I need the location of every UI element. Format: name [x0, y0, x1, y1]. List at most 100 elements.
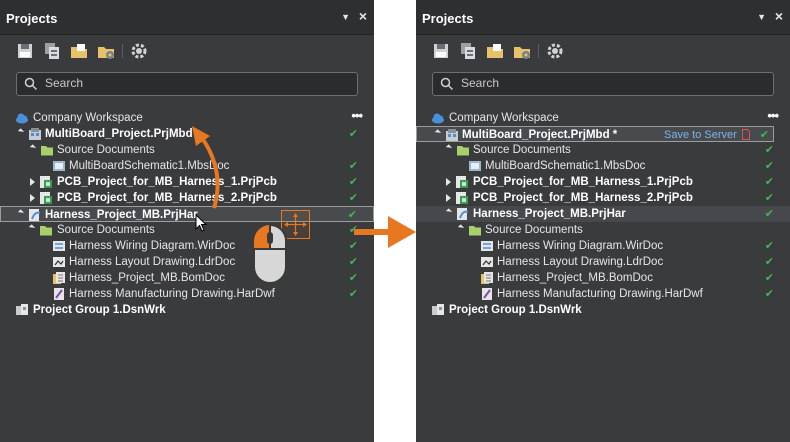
- tree-item-label: Harness_Project_MB.BomDoc: [69, 272, 225, 284]
- status-check-icon: ✔: [348, 192, 358, 204]
- status-check-icon: ✔: [764, 256, 774, 268]
- projects-panel-after: Projects ▼ × Company Workspace ••• Multi…: [416, 0, 790, 442]
- tree-item-label: MultiBoard_Project.PrjMbd *: [462, 129, 618, 141]
- more-options-icon[interactable]: •••: [351, 108, 363, 124]
- tree-item-source-documents[interactable]: Source Documents ✔: [0, 222, 374, 238]
- expand-arrow-icon[interactable]: [30, 194, 35, 202]
- tree-item-bom-doc[interactable]: Harness_Project_MB.BomDoc ✔: [0, 270, 374, 286]
- pcb-project-icon: [456, 192, 468, 204]
- save-icon[interactable]: [16, 42, 34, 60]
- status-check-icon: ✔: [764, 208, 774, 220]
- workspace-row[interactable]: Company Workspace •••: [416, 108, 790, 126]
- tree-item-wiring-diagram[interactable]: Harness Wiring Diagram.WirDoc ✔: [416, 238, 790, 254]
- panel-menu-icon[interactable]: ▼: [757, 12, 766, 22]
- tree-item-label: Harness Layout Drawing.LdrDoc: [69, 256, 236, 268]
- expand-arrow-icon[interactable]: [446, 178, 451, 186]
- workspace-label: Company Workspace: [449, 112, 559, 124]
- save-to-server-link[interactable]: Save to Server: [664, 127, 737, 143]
- collapse-arrow-icon[interactable]: [17, 209, 25, 216]
- tree-item-wiring-diagram[interactable]: Harness Wiring Diagram.WirDoc ✔: [0, 238, 374, 254]
- transition-arrow-icon: [354, 216, 416, 248]
- pcb-project-icon: [40, 192, 52, 204]
- status-check-icon: ✔: [348, 128, 358, 140]
- status-check-icon: ✔: [764, 192, 774, 204]
- collapse-arrow-icon[interactable]: [434, 129, 442, 136]
- bom-doc-icon: [481, 272, 493, 284]
- toolbar-separator: [122, 44, 123, 58]
- tree-item-label: Source Documents: [485, 224, 583, 236]
- drag-up-arrow-icon: [192, 126, 220, 209]
- toolbar-separator: [538, 44, 539, 58]
- cloud-icon: [432, 113, 444, 124]
- tree-item-multiboard-project[interactable]: MultiBoard_Project.PrjMbd * Save to Serv…: [416, 126, 774, 142]
- layout-doc-icon: [53, 257, 65, 267]
- layout-doc-icon: [481, 257, 493, 267]
- expand-arrow-icon[interactable]: [30, 178, 35, 186]
- workspace-label: Company Workspace: [33, 112, 143, 124]
- more-options-icon[interactable]: •••: [767, 108, 779, 124]
- gear-icon[interactable]: [546, 42, 564, 60]
- tree-item-pcb-project-1[interactable]: PCB_Project_for_MB_Harness_1.PrjPcb ✔: [416, 174, 790, 190]
- collapse-arrow-icon[interactable]: [17, 128, 25, 135]
- bom-doc-icon: [53, 272, 65, 284]
- collapse-arrow-icon[interactable]: [445, 208, 453, 215]
- tree-item-layout-drawing[interactable]: Harness Layout Drawing.LdrDoc ✔: [416, 254, 790, 270]
- mouse-left-click-icon: [253, 224, 287, 284]
- tree-item-manufacturing-drawing[interactable]: Harness Manufacturing Drawing.HarDwf ✔: [416, 286, 790, 302]
- folder-icon: [469, 226, 481, 236]
- tree-item-label: Source Documents: [473, 144, 571, 156]
- harness-project-icon: [457, 208, 469, 220]
- status-check-icon: ✔: [348, 176, 358, 188]
- status-check-icon: ✔: [764, 240, 774, 252]
- folder-icon: [40, 226, 52, 236]
- project-group-icon: [16, 304, 28, 315]
- collapse-arrow-icon[interactable]: [457, 224, 465, 231]
- open-folder-icon[interactable]: [70, 42, 88, 60]
- search-box[interactable]: [432, 72, 774, 96]
- gear-icon[interactable]: [130, 42, 148, 60]
- tree-item-label: MultiBoard_Project.PrjMbd: [45, 128, 193, 140]
- tree-item-multiboard-schematic[interactable]: MultiBoardSchematic1.MbsDoc ✔: [416, 158, 790, 174]
- wiring-doc-icon: [481, 241, 493, 251]
- tree-item-label: Harness Manufacturing Drawing.HarDwf: [69, 288, 275, 300]
- search-icon: [440, 77, 454, 91]
- open-folder-icon[interactable]: [486, 42, 504, 60]
- tree-item-source-documents[interactable]: Source Documents: [416, 222, 790, 238]
- panel-close-icon[interactable]: ×: [775, 9, 783, 23]
- tree-item-manufacturing-drawing[interactable]: Harness Manufacturing Drawing.HarDwf ✔: [0, 286, 374, 302]
- project-group-icon: [432, 304, 444, 315]
- tree-item-harness-project[interactable]: Harness_Project_MB.PrjHar ✔: [416, 206, 790, 222]
- save-all-icon[interactable]: [459, 42, 477, 60]
- expand-arrow-icon[interactable]: [446, 194, 451, 202]
- status-check-icon: ✔: [764, 272, 774, 284]
- search-box[interactable]: [16, 72, 358, 96]
- search-input[interactable]: [45, 75, 345, 91]
- search-input[interactable]: [461, 75, 761, 91]
- save-icon[interactable]: [432, 42, 450, 60]
- tree-item-project-group[interactable]: Project Group 1.DsnWrk: [416, 302, 790, 318]
- collapse-arrow-icon[interactable]: [29, 144, 37, 151]
- folder-settings-icon[interactable]: [97, 42, 115, 60]
- tree-item-project-group[interactable]: Project Group 1.DsnWrk: [0, 302, 374, 318]
- folder-icon: [41, 146, 53, 156]
- panel-title: Projects: [422, 11, 474, 26]
- tree-item-label: PCB_Project_for_MB_Harness_1.PrjPcb: [57, 176, 277, 188]
- pcb-project-icon: [40, 176, 52, 188]
- collapse-arrow-icon[interactable]: [445, 144, 453, 151]
- tree-item-label: Harness_Project_MB.PrjHar: [473, 208, 626, 220]
- tree-item-bom-doc[interactable]: Harness_Project_MB.BomDoc ✔: [416, 270, 790, 286]
- tree-item-layout-drawing[interactable]: Harness Layout Drawing.LdrDoc ✔: [0, 254, 374, 270]
- panel-menu-icon[interactable]: ▼: [341, 12, 350, 22]
- folder-settings-icon[interactable]: [513, 42, 531, 60]
- mouse-cursor-icon: [195, 214, 208, 232]
- schematic-doc-icon: [53, 161, 65, 171]
- panel-close-icon[interactable]: ×: [359, 9, 367, 23]
- status-check-icon: ✔: [764, 288, 774, 300]
- drawing-doc-icon: [482, 288, 492, 300]
- tree-item-pcb-project-2[interactable]: PCB_Project_for_MB_Harness_2.PrjPcb ✔: [416, 190, 790, 206]
- wiring-doc-icon: [53, 241, 65, 251]
- save-all-icon[interactable]: [43, 42, 61, 60]
- collapse-arrow-icon[interactable]: [28, 224, 36, 231]
- multiboard-project-icon: [446, 129, 458, 141]
- tree-item-source-documents[interactable]: Source Documents ✔: [416, 142, 790, 158]
